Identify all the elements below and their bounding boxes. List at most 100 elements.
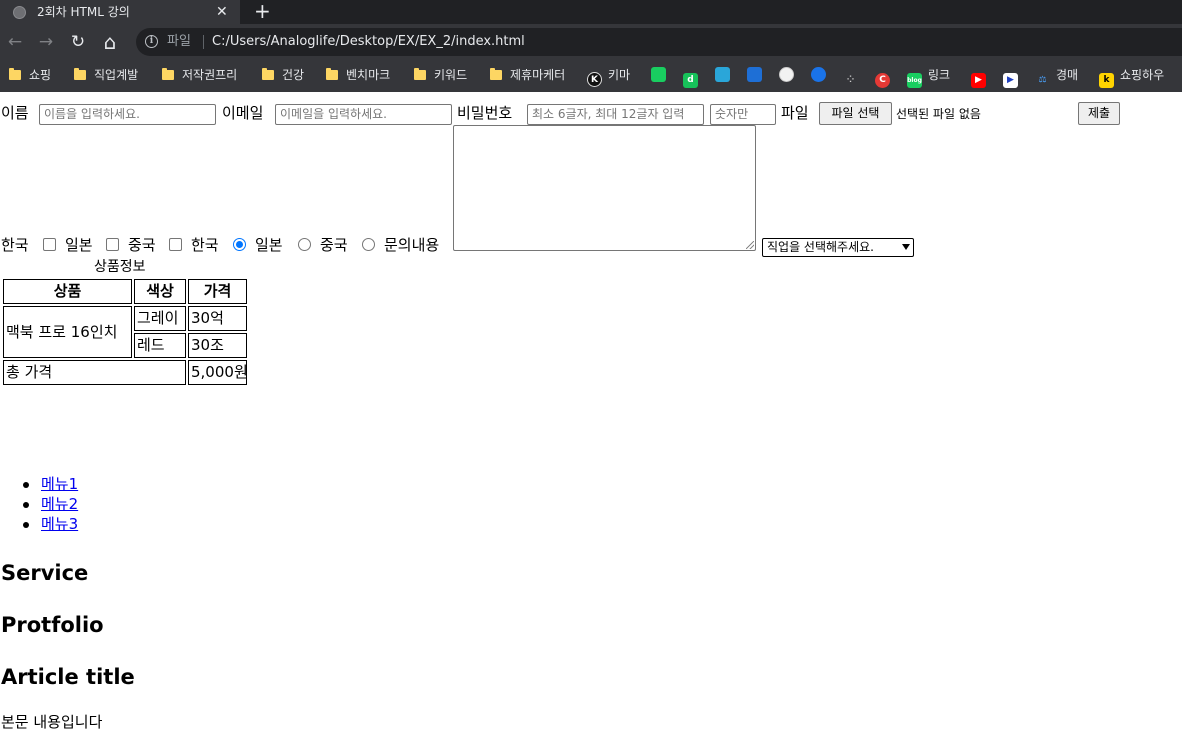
bookmark-keyword[interactable]: 키워드	[414, 60, 467, 92]
folder-icon	[490, 68, 502, 80]
bookmark-auction[interactable]: ⚖ 경매	[1035, 60, 1078, 92]
home-icon[interactable]: ⌂	[98, 24, 122, 60]
bookmark-label: 링크	[928, 68, 951, 82]
file-label: 파일	[781, 104, 809, 122]
email-label: 이메일	[222, 104, 264, 122]
menu-link-2[interactable]: 메뉴2	[41, 495, 78, 513]
heading-portfolio: Protfolio	[1, 613, 104, 637]
job-select[interactable]: 직업을 선택해주세요.	[762, 238, 914, 257]
bookmark-copyright-free[interactable]: 저작권프리	[162, 60, 237, 92]
bookmark-label: 직업계발	[94, 68, 139, 82]
radio-label-japan: 일본	[255, 236, 283, 254]
file-select-button[interactable]: 파일 선택	[819, 102, 892, 125]
bookmark-benchmark[interactable]: 벤치마크	[326, 60, 390, 92]
page-content: 이름 이름을 입력하세요. 이메일 이메일을 입력하세요. 비밀번호 최소 6글…	[0, 93, 1182, 745]
name-input[interactable]: 이름을 입력하세요.	[39, 104, 216, 125]
body-paragraph: 본문 내용입니다	[1, 713, 103, 731]
bookmark-icon-only[interactable]	[779, 60, 800, 92]
radio-japan[interactable]	[298, 238, 311, 251]
bookmark-icon-only[interactable]: C	[875, 60, 896, 92]
table-caption: 상품정보	[94, 259, 146, 275]
bookmarks-bar: 쇼핑 직업계발 저작권프리 건강 벤치마크 키워드 제휴마케터 K 키마 d ⁘ …	[0, 60, 1182, 92]
name-label: 이름	[1, 104, 29, 122]
bookmark-label: 키마	[608, 68, 631, 82]
bookmark-icon-only[interactable]: ▶	[971, 60, 992, 92]
e-icon	[747, 67, 762, 82]
file-status: 선택된 파일 없음	[896, 107, 981, 121]
folder-icon	[262, 68, 274, 80]
bookmark-career[interactable]: 직업계발	[74, 60, 138, 92]
bookmark-label: 저작권프리	[182, 68, 238, 82]
folder-icon	[326, 68, 338, 80]
checkbox-japan[interactable]	[106, 238, 119, 251]
c-icon: C	[875, 73, 890, 88]
heading-service: Service	[1, 561, 89, 585]
bookmark-label: 건강	[282, 68, 305, 82]
bookmark-icon-only[interactable]	[651, 60, 672, 92]
youtube-icon: ▶	[971, 73, 986, 88]
bookmark-icon-only[interactable]: d	[683, 60, 704, 92]
tab-strip: 2회차 HTML 강의 ✕ +	[0, 0, 1182, 24]
address-bar[interactable]: i 파일 C:/Users/Analoglife/Desktop/EX/EX_2…	[136, 28, 1182, 56]
bookmark-icon-only[interactable]	[811, 60, 832, 92]
radio-korea[interactable]	[233, 238, 246, 251]
table-cell-total-value: 5,000원	[188, 360, 247, 385]
folder-icon	[74, 68, 86, 80]
forward-icon[interactable]: →	[34, 24, 58, 60]
radio-label-china: 중국	[320, 236, 348, 254]
resize-grip-icon[interactable]	[746, 241, 754, 249]
password-input[interactable]: 최소 6글자, 최대 12글자 입력	[527, 104, 704, 125]
folder-icon	[162, 68, 174, 80]
menu-link-1[interactable]: 메뉴1	[41, 475, 78, 493]
number-input[interactable]: 숫자만	[710, 104, 776, 125]
table-header-price: 가격	[188, 279, 247, 304]
table-cell-product: 맥북 프로 16인치	[3, 306, 132, 358]
info-icon[interactable]: i	[145, 35, 158, 48]
tab-close-icon[interactable]: ✕	[216, 0, 228, 24]
bookmark-link[interactable]: blog 링크	[907, 60, 950, 92]
url-text[interactable]: C:/Users/Analoglife/Desktop/EX/EX_2/inde…	[212, 28, 525, 56]
bookmark-health[interactable]: 건강	[262, 60, 304, 92]
checkbox-label-china: 중국	[128, 236, 156, 254]
table-cell-total-label: 총 가격	[3, 360, 186, 385]
bookmark-label: 키워드	[434, 68, 468, 82]
bookmark-shopping[interactable]: 쇼핑	[9, 60, 51, 92]
chevron-down-icon	[902, 244, 910, 250]
bookmark-icon-only[interactable]: ⁘	[843, 60, 864, 92]
table-cell-color: 레드	[134, 333, 186, 358]
bookmark-kima[interactable]: K 키마	[587, 60, 630, 92]
reload-icon[interactable]: ↻	[66, 24, 90, 60]
bookmark-label: 쇼핑	[29, 68, 52, 82]
table-cell-price: 30조	[188, 333, 247, 358]
folder-icon	[9, 68, 21, 80]
bookmark-label: 쇼핑하우	[1120, 68, 1165, 82]
tab-active[interactable]: 2회차 HTML 강의 ✕	[0, 0, 240, 24]
checkbox-korea[interactable]	[43, 238, 56, 251]
table-header-product: 상품	[3, 279, 132, 304]
globe-icon	[13, 6, 26, 19]
list-bullet	[23, 522, 29, 528]
blog-icon: blog	[907, 73, 922, 88]
bookmark-icon-only[interactable]	[747, 60, 768, 92]
checkbox-label-korea: 한국	[1, 236, 29, 254]
url-scheme: 파일	[167, 34, 191, 49]
new-tab-button[interactable]: +	[254, 0, 271, 23]
inquiry-textarea[interactable]	[453, 125, 756, 251]
chart-icon	[715, 67, 730, 82]
checkbox-china[interactable]	[169, 238, 182, 251]
folder-icon	[414, 68, 426, 80]
heading-article-title: Article title	[1, 665, 135, 689]
bookmark-affiliate[interactable]: 제휴마케터	[490, 60, 565, 92]
bookmark-icon-only[interactable]: ▶	[1003, 60, 1024, 92]
back-icon[interactable]: ←	[3, 24, 27, 60]
submit-button[interactable]: 제출	[1078, 102, 1120, 125]
menu-link-3[interactable]: 메뉴3	[41, 515, 78, 533]
g-icon	[811, 67, 826, 82]
email-input[interactable]: 이메일을 입력하세요.	[275, 104, 452, 125]
url-separator	[203, 35, 204, 49]
radio-china[interactable]	[362, 238, 375, 251]
bookmark-shopping-how[interactable]: k 쇼핑하우	[1099, 60, 1164, 92]
bookmark-icon-only[interactable]	[715, 60, 736, 92]
play-icon: ▶	[1003, 73, 1018, 88]
circle-icon	[779, 67, 794, 82]
